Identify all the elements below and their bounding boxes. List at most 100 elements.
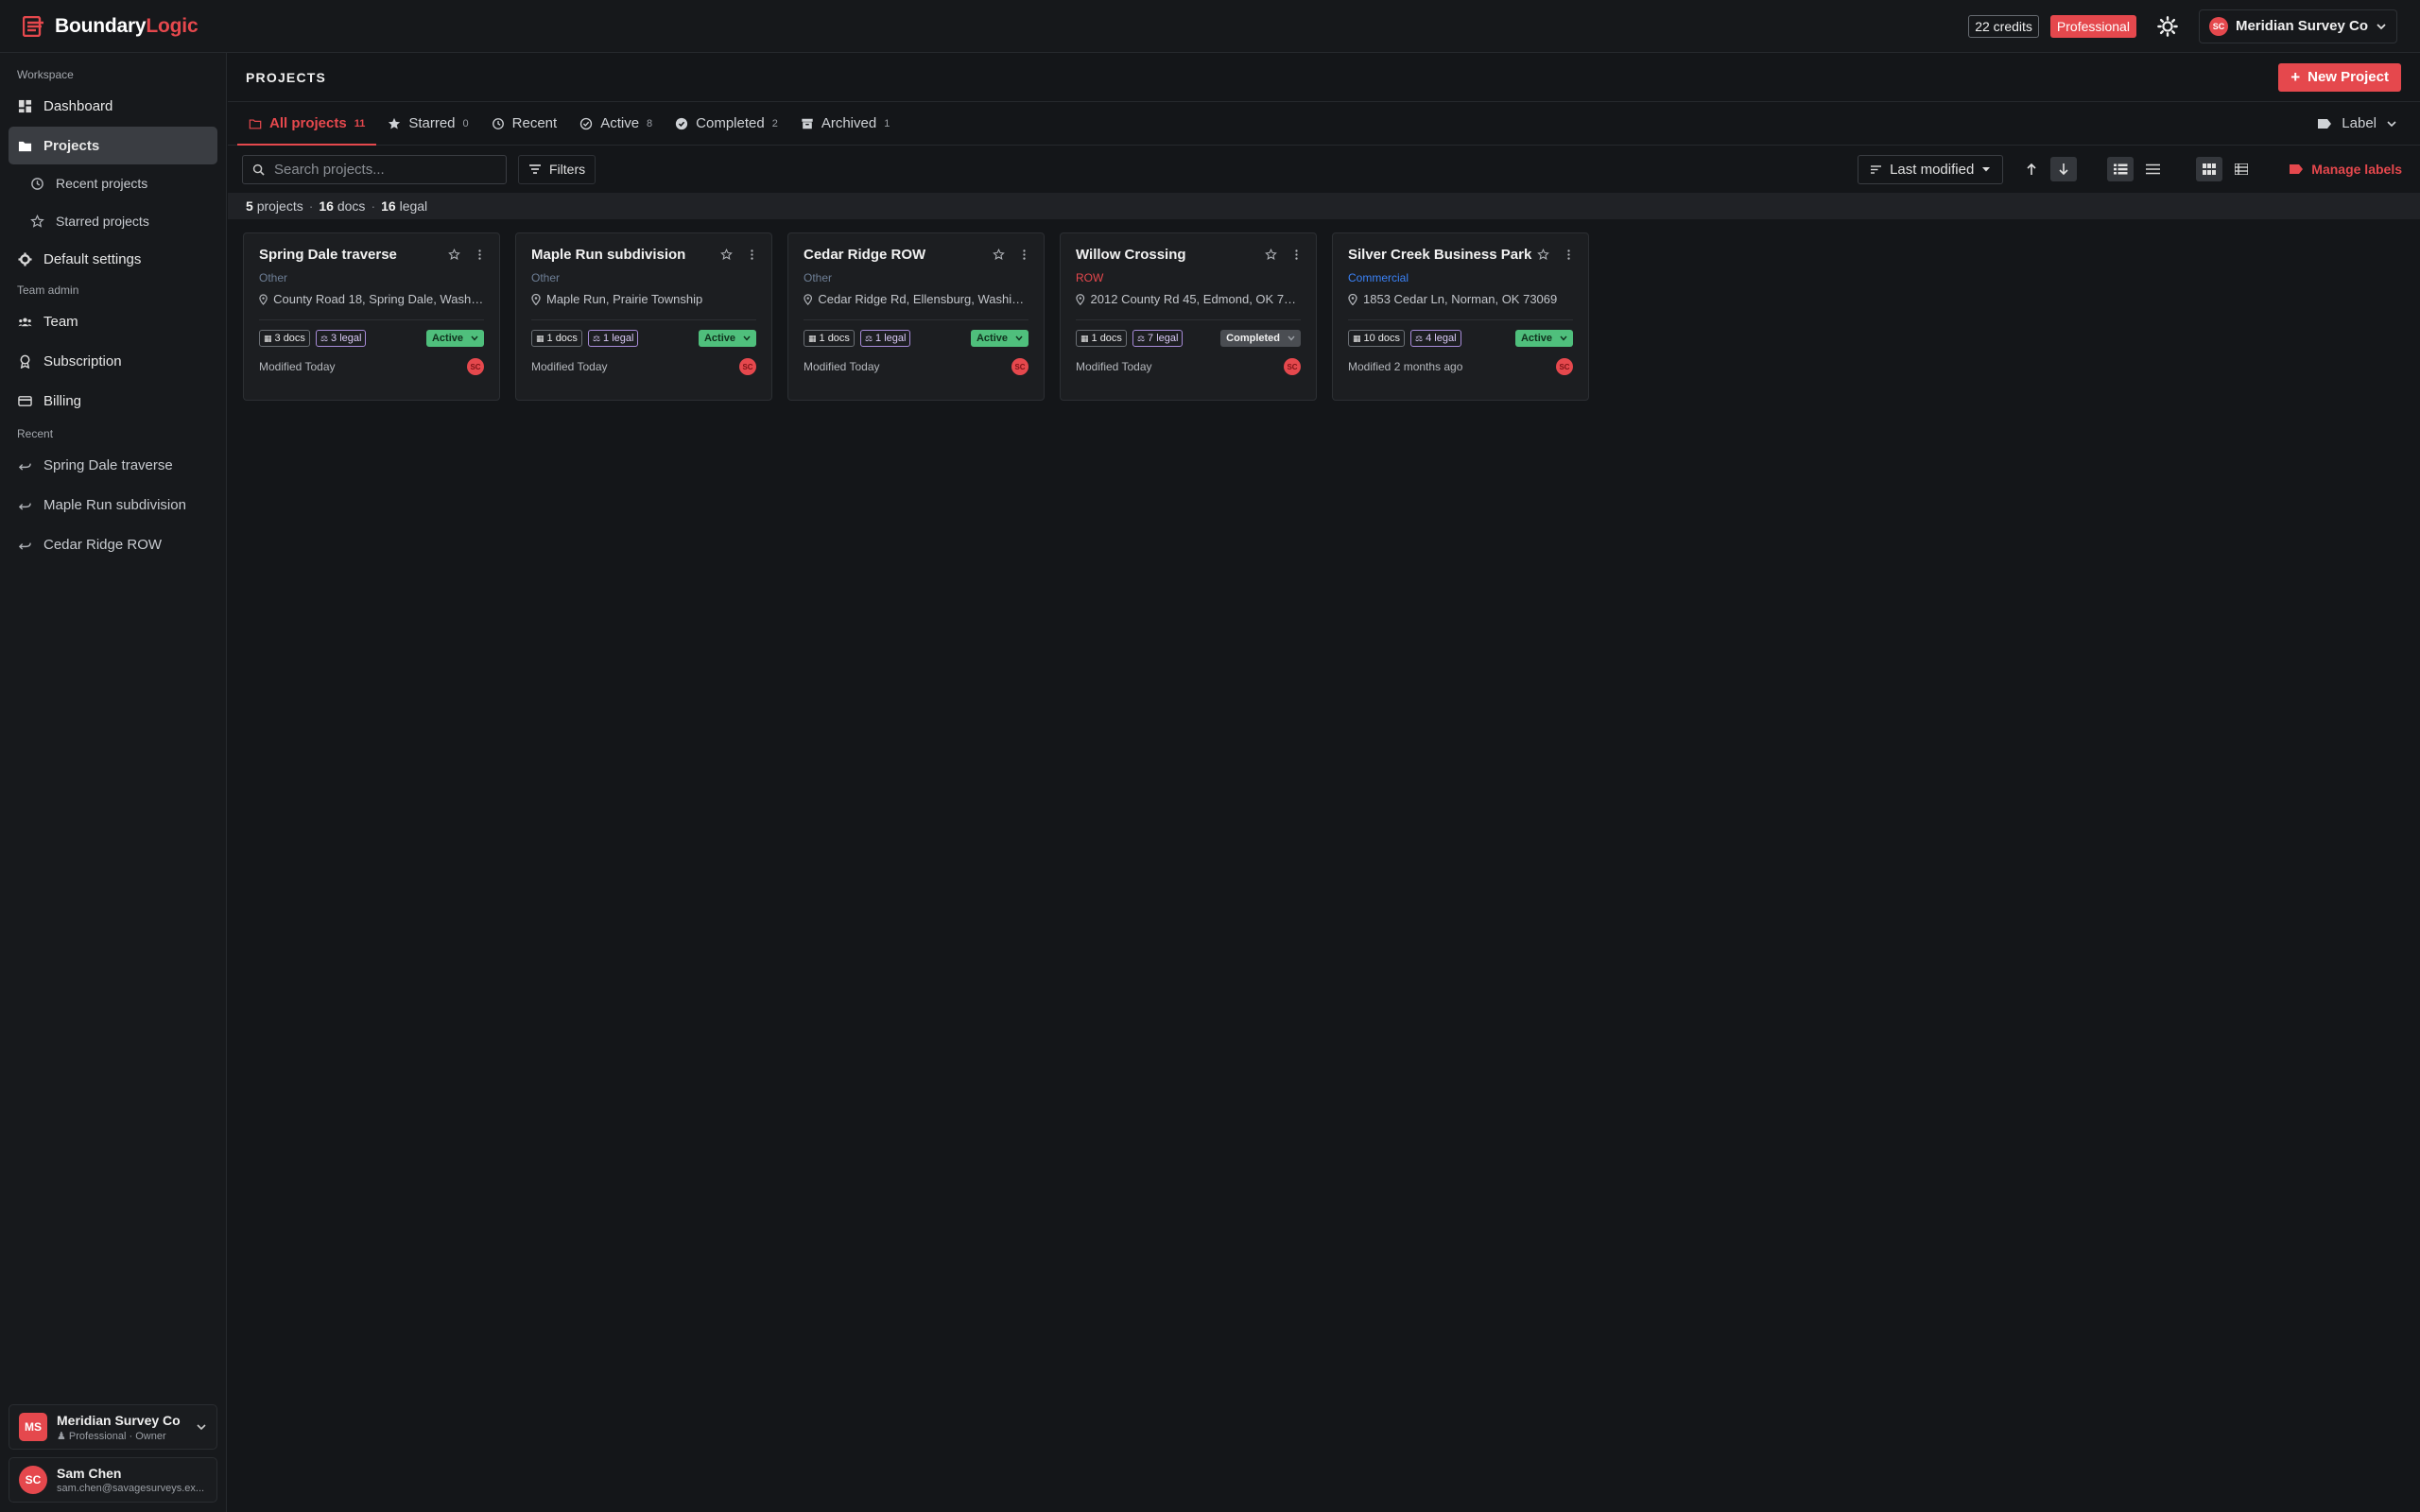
tab-label: Archived bbox=[821, 115, 877, 131]
more-vertical-icon[interactable] bbox=[746, 249, 758, 261]
list-view-button[interactable] bbox=[2228, 157, 2255, 181]
project-location-text: 1853 Cedar Ln, Norman, OK 73069 bbox=[1363, 292, 1558, 306]
org-switcher[interactable]: SC Meridian Survey Co bbox=[2198, 9, 2397, 43]
org-name: Meridian Survey Co bbox=[57, 1412, 181, 1428]
detailed-density-button[interactable] bbox=[2107, 157, 2135, 181]
sidebar-item-projects[interactable]: Projects bbox=[9, 127, 217, 164]
project-location: 1853 Cedar Ln, Norman, OK 73069 bbox=[1348, 292, 1573, 306]
more-vertical-icon[interactable] bbox=[1563, 249, 1575, 261]
tab-active[interactable]: Active 8 bbox=[568, 102, 664, 145]
label-filter-dropdown[interactable]: Label bbox=[2317, 102, 2411, 145]
badge-icon bbox=[20, 354, 30, 369]
tab-count: 11 bbox=[354, 117, 366, 129]
document-icon: ▦ bbox=[536, 333, 544, 343]
org-account-switcher[interactable]: MS Meridian Survey Co ♟ Professional · O… bbox=[9, 1404, 217, 1450]
tab-count: 2 bbox=[771, 117, 778, 129]
sort-dropdown[interactable]: Last modified bbox=[1858, 154, 2004, 184]
legal-chip: ⚖ 1 legal bbox=[587, 330, 639, 347]
star-outline-icon bbox=[30, 214, 44, 228]
scale-icon: ⚖ bbox=[1136, 333, 1146, 343]
star-outline-icon[interactable] bbox=[993, 249, 1005, 261]
tab-all-projects[interactable]: All projects 11 bbox=[237, 102, 377, 146]
theme-toggle-icon[interactable] bbox=[2157, 15, 2178, 37]
return-arrow-icon bbox=[18, 503, 31, 510]
more-vertical-icon[interactable] bbox=[1290, 249, 1303, 261]
sidebar-item-billing[interactable]: Billing bbox=[9, 382, 217, 420]
more-vertical-icon[interactable] bbox=[1018, 249, 1030, 261]
star-outline-icon[interactable] bbox=[1537, 249, 1549, 261]
credits-badge[interactable]: 22 credits bbox=[1968, 14, 2039, 38]
map-pin-icon bbox=[804, 293, 813, 305]
org-avatar: MS bbox=[19, 1413, 47, 1441]
map-pin-icon bbox=[259, 293, 268, 305]
tab-recent[interactable]: Recent bbox=[480, 102, 569, 145]
legal-chip: ⚖ 4 legal bbox=[1410, 330, 1461, 347]
star-outline-icon[interactable] bbox=[720, 249, 733, 261]
star-outline-icon[interactable] bbox=[1265, 249, 1277, 261]
project-location: County Road 18, Spring Dale, Washington bbox=[259, 292, 484, 306]
project-card[interactable]: Cedar Ridge ROW Other Cedar Ridge Rd, El… bbox=[787, 232, 1045, 401]
sidebar-item-label: Cedar Ridge ROW bbox=[43, 536, 163, 553]
sidebar-item-starred-projects[interactable]: Starred projects bbox=[9, 202, 217, 240]
sidebar-recent-item[interactable]: Spring Dale traverse bbox=[9, 446, 217, 484]
search-input[interactable] bbox=[274, 161, 482, 178]
docs-chip-text: 1 docs bbox=[1091, 333, 1122, 344]
sidebar-recent-item[interactable]: Maple Run subdivision bbox=[9, 486, 217, 524]
project-location: 2012 County Rd 45, Edmond, OK 73034 bbox=[1076, 292, 1301, 306]
project-type: ROW bbox=[1076, 271, 1104, 284]
modified-text: Modified Today bbox=[259, 360, 336, 373]
tab-completed[interactable]: Completed 2 bbox=[664, 102, 789, 145]
tab-label: Completed bbox=[696, 115, 765, 131]
owner-avatar: SC bbox=[1556, 358, 1573, 375]
sort-descending-button[interactable] bbox=[2050, 157, 2078, 181]
sort-ascending-button[interactable] bbox=[2018, 157, 2045, 181]
status-dropdown[interactable]: Active bbox=[425, 330, 484, 347]
grid-view-button[interactable] bbox=[2196, 157, 2223, 181]
project-card[interactable]: Maple Run subdivision Other Maple Run, P… bbox=[515, 232, 772, 401]
sidebar-item-recent-projects[interactable]: Recent projects bbox=[9, 164, 217, 202]
search-box[interactable] bbox=[242, 154, 507, 184]
brand-name-part-1: Boundary bbox=[55, 14, 147, 37]
tab-count: 0 bbox=[462, 117, 469, 129]
compact-density-button[interactable] bbox=[2139, 157, 2166, 181]
status-dropdown[interactable]: Active bbox=[970, 330, 1028, 347]
sidebar-item-label: Starred projects bbox=[56, 214, 149, 229]
status-dropdown[interactable]: Completed bbox=[1220, 330, 1301, 347]
tab-starred[interactable]: Starred 0 bbox=[376, 102, 479, 145]
star-outline-icon[interactable] bbox=[448, 249, 460, 261]
manage-labels-button[interactable]: Manage labels bbox=[2289, 162, 2406, 177]
user-account[interactable]: SC Sam Chen sam.chen@savagesurveys.ex... bbox=[9, 1457, 217, 1503]
sidebar-item-subscription[interactable]: Subscription bbox=[9, 342, 217, 380]
grid-icon bbox=[2203, 163, 2217, 175]
filters-button[interactable]: Filters bbox=[518, 154, 596, 184]
modified-text: Modified 2 months ago bbox=[1348, 360, 1463, 373]
sidebar-item-default-settings[interactable]: Default settings bbox=[9, 240, 217, 278]
sidebar-item-dashboard[interactable]: Dashboard bbox=[9, 87, 217, 125]
project-card[interactable]: Willow Crossing ROW 2012 County Rd 45, E… bbox=[1060, 232, 1317, 401]
sidebar-item-team[interactable]: Team bbox=[9, 302, 217, 340]
document-icon: ▦ bbox=[1080, 333, 1089, 343]
check-circle-icon bbox=[676, 117, 688, 129]
filters-label: Filters bbox=[549, 162, 586, 177]
project-card[interactable]: Spring Dale traverse Other County Road 1… bbox=[243, 232, 500, 401]
new-project-button[interactable]: + New Project bbox=[2278, 62, 2401, 92]
more-vertical-icon[interactable] bbox=[474, 249, 486, 261]
label-tag-icon bbox=[2290, 164, 2304, 174]
tab-count: 1 bbox=[884, 117, 890, 129]
tab-label: All projects bbox=[269, 115, 347, 131]
status-text: Active bbox=[976, 333, 1008, 344]
brand[interactable]: BoundaryLogic bbox=[0, 14, 199, 38]
credit-card-icon bbox=[18, 395, 32, 406]
chevron-down-icon bbox=[2377, 23, 2386, 29]
document-icon: ▦ bbox=[808, 333, 817, 343]
status-dropdown[interactable]: Active bbox=[698, 330, 756, 347]
plan-badge[interactable]: Professional bbox=[2049, 14, 2136, 38]
scale-icon: ⚖ bbox=[320, 333, 329, 343]
project-card[interactable]: Silver Creek Business Park Commercial 18… bbox=[1332, 232, 1589, 401]
project-location-text: Maple Run, Prairie Township bbox=[546, 292, 703, 306]
status-dropdown[interactable]: Active bbox=[1514, 330, 1573, 347]
folder-icon bbox=[18, 141, 32, 151]
tab-archived[interactable]: Archived 1 bbox=[789, 102, 901, 145]
sidebar-recent-item[interactable]: Cedar Ridge ROW bbox=[9, 525, 217, 563]
docs-chip-text: 3 docs bbox=[274, 333, 305, 344]
